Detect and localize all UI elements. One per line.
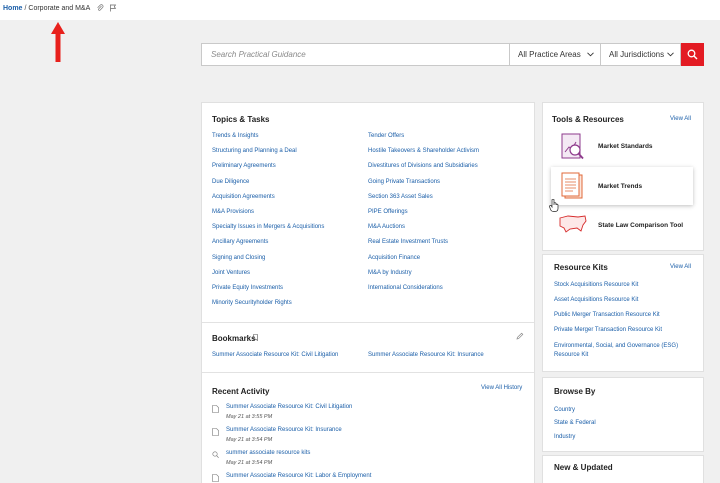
topic-link[interactable]: Acquisition Agreements [212,194,275,200]
resource-kit-link[interactable]: Stock Acquisitions Resource Kit [554,282,638,288]
topics-title: Topics & Tasks [212,115,270,124]
topic-link[interactable]: Hostile Takeovers & Shareholder Activism [368,148,479,154]
topic-link[interactable]: Preliminary Agreements [212,163,276,169]
topic-link[interactable]: M&A Auctions [368,224,405,230]
tool-label: Market Standards [598,143,653,150]
recent-activity-date: May 21 at 3:54 PM [226,460,273,466]
new-updated-title: New & Updated [554,463,613,472]
main-card [201,102,535,483]
jurisdictions-label: All Jurisdictions [609,50,665,59]
recent-activity-link[interactable]: Summer Associate Resource Kit: Civil Lit… [226,404,352,410]
bookmarks-title: Bookmarks [212,334,256,343]
view-all-history-link[interactable]: View All History [481,385,522,391]
bookmark-link[interactable]: Summer Associate Resource Kit: Insurance [368,352,484,358]
topic-link[interactable]: PIPE Offerings [368,209,408,215]
topic-link[interactable]: Private Equity Investments [212,285,283,291]
search-bar: All Practice Areas All Jurisdictions [201,43,704,66]
edit-pencil-icon[interactable] [516,332,524,340]
topic-link[interactable]: Joint Ventures [212,270,250,276]
topic-link[interactable]: Minority Securityholder Rights [212,300,292,306]
resource-kit-link[interactable]: Environmental, Social, and Governance (E… [554,343,678,349]
topic-link[interactable]: Specialty Issues in Mergers & Acquisitio… [212,224,324,230]
recent-activity-title: Recent Activity [212,387,270,396]
browse-industry-link[interactable]: Industry [554,434,575,440]
search-input[interactable] [202,44,509,65]
topic-link[interactable]: Going Private Transactions [368,179,440,185]
document-icon [212,405,219,413]
topic-link[interactable]: International Considerations [368,285,443,291]
topic-link[interactable]: Signing and Closing [212,255,265,261]
document-icon [212,474,219,482]
recent-activity-date: May 21 at 3:54 PM [226,437,273,443]
tool-state-law-comparison[interactable]: State Law Comparison Tool [552,212,692,242]
topic-link[interactable]: Trends & Insights [212,133,258,139]
breadcrumb-home-link[interactable]: Home [3,5,22,12]
bookmark-link[interactable]: Summer Associate Resource Kit: Civil Lit… [212,352,338,358]
market-trends-icon [561,172,583,199]
search-button[interactable] [681,43,704,66]
practice-areas-dropdown[interactable]: All Practice Areas [510,43,601,66]
search-icon [687,49,698,60]
search-icon [212,451,219,459]
topic-link[interactable]: Acquisition Finance [368,255,420,261]
tool-market-trends[interactable]: Market Trends [552,172,692,202]
topic-link[interactable]: Due Diligence [212,179,249,185]
browse-country-link[interactable]: Country [554,407,575,413]
us-map-icon [559,215,587,233]
topic-link[interactable]: Tender Offers [368,133,404,139]
topic-link[interactable]: Ancillary Agreements [212,239,268,245]
browse-state-federal-link[interactable]: State & Federal [554,420,596,426]
topic-link[interactable]: Real Estate Investment Trusts [368,239,448,245]
topic-link[interactable]: Divestitures of Divisions and Subsidiari… [368,163,478,169]
recent-activity-link[interactable]: Summer Associate Resource Kit: Labor & E… [226,473,371,479]
topic-link[interactable]: M&A by Industry [368,270,412,276]
resource-kit-link[interactable]: Private Merger Transaction Resource Kit [554,327,662,333]
tool-label: State Law Comparison Tool [598,222,684,229]
tool-label: Market Trends [598,183,643,190]
jurisdictions-dropdown[interactable]: All Jurisdictions [601,43,681,66]
paperclip-icon[interactable] [96,4,104,12]
resource-kit-link[interactable]: Asset Acquisitions Resource Kit [554,297,638,303]
topic-link[interactable]: Structuring and Planning a Deal [212,148,297,154]
practice-areas-label: All Practice Areas [518,50,581,59]
tools-title: Tools & Resources [552,115,624,124]
resource-kits-view-all-link[interactable]: View All [670,264,691,270]
search-input-wrapper [201,43,510,66]
browse-by-title: Browse By [554,387,596,396]
top-bar: Home / Corporate and M&A [0,0,720,20]
recent-activity-date: May 21 at 3:55 PM [226,414,273,420]
divider [202,372,534,373]
topic-link[interactable]: M&A Provisions [212,209,254,215]
topic-link[interactable]: Section 363 Asset Sales [368,194,433,200]
breadcrumb-separator: / [24,4,27,12]
bookmark-icon [253,334,258,341]
breadcrumb: Home / Corporate and M&A [3,4,117,12]
resource-kit-link[interactable]: Public Merger Transaction Resource Kit [554,312,660,318]
flag-icon[interactable] [109,4,117,12]
chevron-down-icon [667,52,674,57]
divider [202,322,534,323]
chevron-down-icon [587,52,594,57]
resource-kits-title: Resource Kits [554,263,608,272]
recent-activity-link[interactable]: Summer Associate Resource Kit: Insurance [226,427,342,433]
tools-view-all-link[interactable]: View All [670,116,691,122]
market-standards-icon [561,133,584,160]
recent-activity-link[interactable]: summer associate resource kits [226,450,310,456]
resource-kit-link-continued[interactable]: Resource Kit [554,352,588,358]
document-icon [212,428,219,436]
tool-market-standards[interactable]: Market Standards [552,133,692,163]
annotation-arrow-icon [51,22,65,62]
breadcrumb-current: Corporate and M&A [28,4,91,12]
hand-cursor-icon [549,199,559,212]
